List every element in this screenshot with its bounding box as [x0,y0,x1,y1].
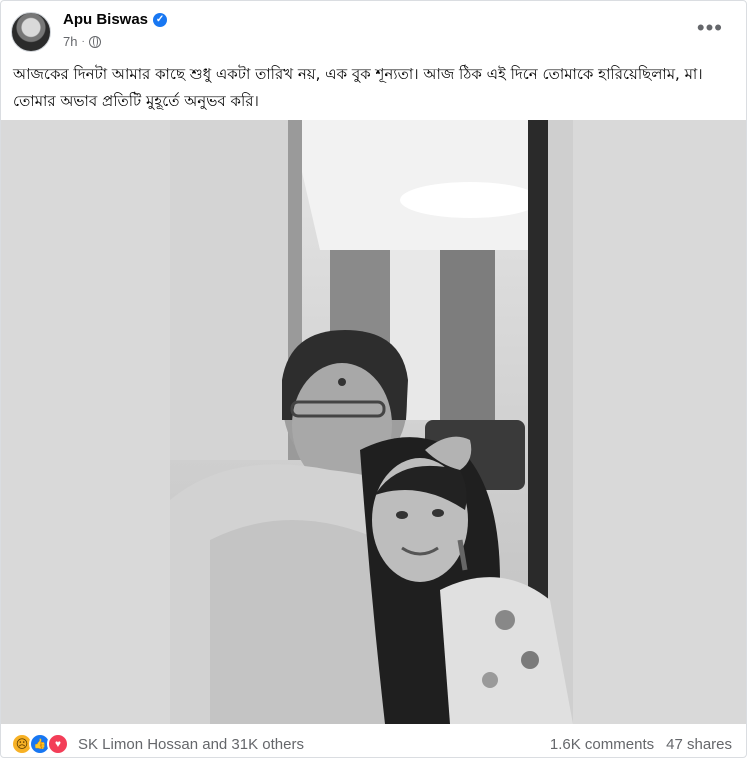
post-meta: 7h · [63,34,101,49]
verified-badge-icon: ✓ [153,12,168,27]
post-timestamp[interactable]: 7h [63,34,77,49]
shares-count[interactable]: 47 shares [666,736,732,753]
reaction-icons[interactable]: ☹ 👍 ♥ [11,733,69,755]
post-caption: আজকের দিনটা আমার কাছে শুধু একটা তারিখ নয… [13,65,708,110]
author-name-row: Apu Biswas ✓ [63,11,168,28]
post-card: Apu Biswas ✓ 7h · ••• আজকের দিনটা আমার ক… [0,0,747,758]
post-photo[interactable] [170,120,573,724]
more-options-icon[interactable]: ••• [697,17,723,39]
post-header: Apu Biswas ✓ 7h · ••• [1,1,746,63]
post-photo-container[interactable] [1,120,746,724]
separator-dot: · [81,36,85,47]
post-footer: ☹ 👍 ♥ SK Limon Hossan and 31K others 1.6… [1,724,746,757]
public-globe-icon[interactable] [88,35,101,48]
comments-count[interactable]: 1.6K comments [550,736,654,753]
love-icon: ♥ [47,733,69,755]
author-avatar[interactable] [11,12,51,52]
post-stats: 1.6K comments 47 shares [550,736,732,753]
photo-image [170,120,573,724]
author-name[interactable]: Apu Biswas [63,11,148,28]
reactions-summary[interactable]: SK Limon Hossan and 31K others [78,736,304,753]
